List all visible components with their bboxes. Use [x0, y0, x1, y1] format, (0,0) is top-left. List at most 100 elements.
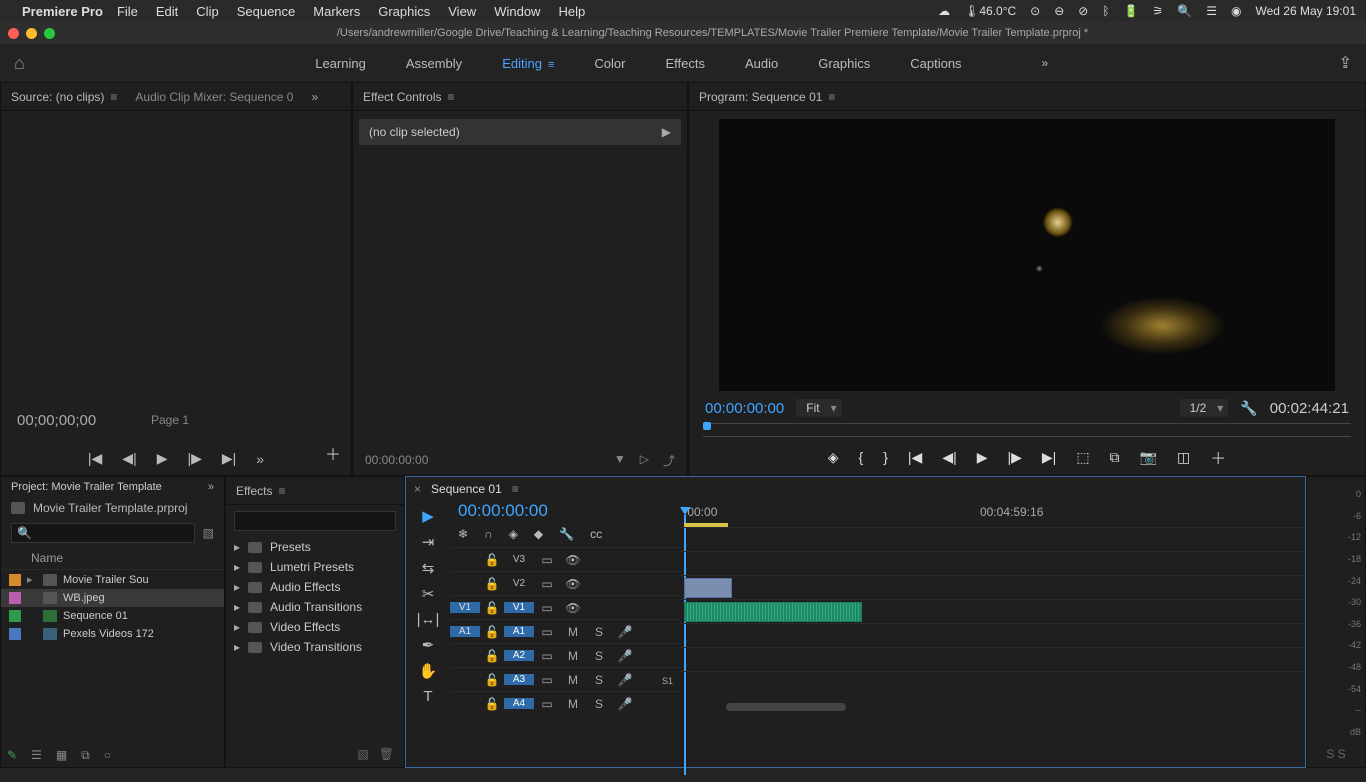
more-controls-icon[interactable]: »: [256, 451, 264, 467]
mute-button[interactable]: M: [560, 673, 586, 687]
program-timecode[interactable]: 00:00:00:00: [705, 400, 784, 417]
add-marker-icon[interactable]: ◈: [509, 527, 518, 541]
slip-tool-icon[interactable]: |↔|: [417, 611, 440, 628]
mark-in-icon[interactable]: {: [859, 449, 864, 465]
workspace-graphics[interactable]: Graphics: [818, 56, 870, 71]
solo-button[interactable]: S: [586, 625, 612, 639]
audio-track-header[interactable]: 🔓A2▭MS🎤: [450, 643, 680, 667]
eye-icon[interactable]: 👁: [560, 553, 586, 567]
project-item[interactable]: ▸ Movie Trailer Sou: [1, 570, 224, 589]
voice-over-icon[interactable]: 🎤: [612, 697, 638, 711]
comparison-view-icon[interactable]: ◫: [1177, 449, 1190, 466]
project-item[interactable]: Sequence 01: [1, 607, 224, 625]
menu-help[interactable]: Help: [558, 4, 585, 19]
menu-window[interactable]: Window: [494, 4, 540, 19]
add-marker-icon[interactable]: ◈: [828, 449, 839, 466]
workspace-audio[interactable]: Audio: [745, 56, 778, 71]
effects-search-input[interactable]: [234, 511, 396, 531]
source-timecode[interactable]: 00;00;00;00: [17, 412, 96, 429]
bluetooth-icon[interactable]: ᛒ: [1102, 4, 1109, 18]
effects-folder[interactable]: ▸Audio Transitions: [226, 597, 404, 617]
solo-indicators[interactable]: S S: [1307, 747, 1365, 761]
chevron-right-icon[interactable]: ▸: [234, 540, 240, 554]
linked-selection-icon[interactable]: ∩: [484, 527, 493, 541]
panel-overflow-icon[interactable]: »: [208, 481, 214, 493]
status-icon[interactable]: ⊖: [1054, 4, 1064, 18]
play-icon[interactable]: ▶: [977, 449, 988, 466]
lock-icon[interactable]: 🔓: [480, 673, 504, 687]
voice-over-icon[interactable]: 🎤: [612, 625, 638, 639]
export-icon[interactable]: ⤴: [663, 452, 675, 469]
toggle-icon[interactable]: ▷: [640, 452, 649, 469]
timeline-horizontal-scrollbar[interactable]: [726, 703, 1291, 713]
menu-graphics[interactable]: Graphics: [378, 4, 430, 19]
add-button-icon[interactable]: ＋: [325, 441, 341, 465]
eye-icon[interactable]: 👁: [560, 601, 586, 615]
lock-icon[interactable]: 🔓: [480, 625, 504, 639]
menu-edit[interactable]: Edit: [156, 4, 178, 19]
caption-track-icon[interactable]: cc: [590, 527, 602, 541]
effects-folder[interactable]: ▸Audio Effects: [226, 577, 404, 597]
audio-track-header[interactable]: 🔓A4▭MS🎤: [450, 691, 680, 715]
icon-view-icon[interactable]: ▦: [56, 748, 67, 763]
voice-over-icon[interactable]: 🎤: [612, 673, 638, 687]
toggle-output-icon[interactable]: ▭: [534, 673, 560, 687]
effects-folder[interactable]: ▸Lumetri Presets: [226, 557, 404, 577]
spotlight-icon[interactable]: 🔍: [1177, 4, 1192, 18]
chevron-right-icon[interactable]: ▸: [234, 620, 240, 634]
goto-out-icon[interactable]: ▶|: [1042, 449, 1056, 466]
video-preview[interactable]: [719, 119, 1335, 391]
pen-tool-icon[interactable]: ✒: [422, 636, 435, 654]
settings-wrench-icon[interactable]: 🔧: [1240, 400, 1257, 417]
lock-icon[interactable]: 🔓: [480, 649, 504, 663]
workspace-editing[interactable]: Editing: [502, 56, 554, 71]
step-back-icon[interactable]: ◀|: [122, 450, 136, 467]
timeline-timecode[interactable]: 00:00:00:00: [450, 501, 680, 521]
tab-effects[interactable]: Effects≡: [236, 484, 285, 498]
close-window-button[interactable]: [8, 28, 19, 39]
track-lane-a1[interactable]: [680, 599, 1305, 623]
tab-effect-controls[interactable]: Effect Controls≡: [363, 90, 455, 104]
voice-over-icon[interactable]: 🎤: [612, 649, 638, 663]
lock-icon[interactable]: 🔓: [480, 697, 504, 711]
wifi-icon[interactable]: ⚞: [1153, 4, 1164, 18]
new-bin-icon[interactable]: ▧: [203, 526, 214, 540]
zoom-slider-icon[interactable]: ○: [104, 748, 111, 763]
sequence-tab[interactable]: Sequence 01: [431, 482, 502, 496]
audio-track-header[interactable]: A1🔓A1▭MS🎤: [450, 619, 680, 643]
type-tool-icon[interactable]: T: [423, 688, 432, 705]
menu-clip[interactable]: Clip: [196, 4, 218, 19]
video-track-header[interactable]: 🔓V2▭👁: [450, 571, 680, 595]
audio-track-header[interactable]: 🔓A3▭MS🎤: [450, 667, 680, 691]
new-preset-bin-icon[interactable]: ▧: [357, 747, 368, 761]
playhead-icon[interactable]: [703, 422, 711, 430]
chevron-right-icon[interactable]: ▸: [234, 560, 240, 574]
minimize-window-button[interactable]: [26, 28, 37, 39]
label-swatch[interactable]: [9, 610, 21, 622]
video-clip[interactable]: [684, 578, 732, 598]
menu-sequence[interactable]: Sequence: [237, 4, 296, 19]
cloud-sync-icon[interactable]: ☁︎: [938, 4, 950, 18]
clock-status[interactable]: Wed 26 May 19:01: [1255, 4, 1356, 18]
status-icon[interactable]: ⊙: [1030, 4, 1040, 18]
control-center-icon[interactable]: ☰: [1206, 4, 1217, 18]
delete-icon[interactable]: 🗑: [379, 747, 394, 761]
solo-button[interactable]: S: [586, 697, 612, 711]
video-track-header[interactable]: V1🔓V1▭👁: [450, 595, 680, 619]
panel-overflow-icon[interactable]: »: [311, 90, 318, 104]
label-swatch[interactable]: [9, 574, 21, 586]
export-frame-icon[interactable]: 📷: [1140, 449, 1157, 466]
chevron-right-icon[interactable]: ▸: [234, 580, 240, 594]
track-lane-v3[interactable]: [680, 527, 1305, 551]
audio-clip[interactable]: [684, 602, 862, 622]
solo-button[interactable]: S: [586, 649, 612, 663]
track-lane-v2[interactable]: [680, 551, 1305, 575]
workspace-effects[interactable]: Effects: [665, 56, 705, 71]
extract-icon[interactable]: ⧉: [1110, 449, 1120, 466]
resolution-dropdown[interactable]: 1/2: [1180, 399, 1229, 417]
toggle-output-icon[interactable]: ▭: [534, 697, 560, 711]
lock-icon[interactable]: 🔓: [480, 601, 504, 615]
toggle-output-icon[interactable]: ▭: [534, 649, 560, 663]
chevron-right-icon[interactable]: ▸: [234, 600, 240, 614]
effect-controls-timecode[interactable]: 00:00:00:00: [365, 453, 428, 467]
